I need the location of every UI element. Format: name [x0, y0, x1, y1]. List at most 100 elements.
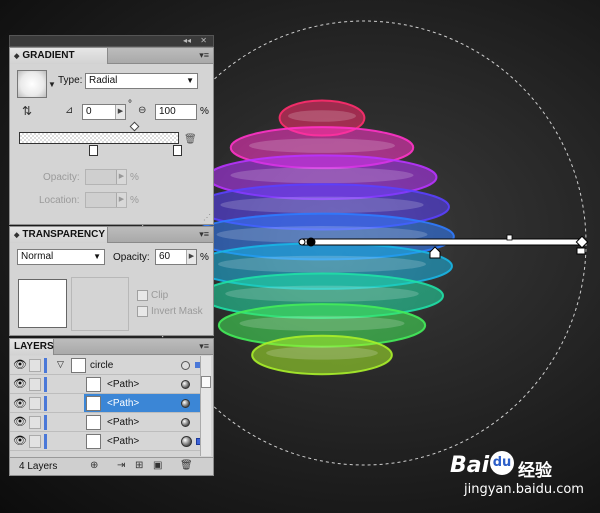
gradient-opacity-field[interactable]: ▶: [85, 169, 127, 185]
layer-row-path-4[interactable]: 👁 <Path>: [10, 432, 206, 451]
transparency-panel: ◆ TRANSPARENCY ▾≡ Normal ▼ Opacity: 60 ▶ …: [9, 226, 214, 336]
layer-row-circle[interactable]: 👁 ▽ circle: [10, 356, 206, 375]
angle-unit: °: [128, 99, 132, 110]
reverse-gradient-icon[interactable]: ⇅: [22, 103, 38, 119]
lock-toggle[interactable]: [29, 359, 41, 372]
gradient-type-select[interactable]: Radial ▼: [85, 73, 198, 89]
path-thumbnail: [86, 377, 101, 392]
annotator-end-handle[interactable]: [575, 235, 589, 249]
gradient-opacity-spin-icon: ▶: [116, 170, 126, 184]
transparency-opacity-spin-icon[interactable]: ▶: [186, 250, 196, 264]
locate-object-icon[interactable]: ⊕: [90, 460, 98, 471]
delete-stop-icon[interactable]: 🗑: [184, 134, 197, 145]
make-clipping-mask-icon[interactable]: ⇥: [117, 460, 125, 471]
annotator-origin[interactable]: [298, 238, 306, 246]
gradient-location-unit: %: [130, 195, 139, 206]
angle-spin-icon[interactable]: ▶: [115, 105, 125, 119]
lock-toggle[interactable]: [29, 378, 41, 391]
gradient-location-field[interactable]: ▶: [85, 192, 127, 208]
sphere-rings: [189, 99, 455, 376]
angle-field[interactable]: 0 ▶: [82, 104, 126, 120]
path-thumbnail: [86, 434, 101, 449]
gradient-location-label: Location:: [39, 195, 80, 206]
disclosure-triangle-icon[interactable]: ▽: [57, 359, 64, 370]
scrollbar-thumb[interactable]: [201, 376, 211, 388]
baidu-logo-suffix: 经验: [518, 461, 552, 481]
gradient-slider[interactable]: [19, 132, 179, 144]
lock-toggle[interactable]: [29, 435, 41, 448]
lock-toggle[interactable]: [29, 416, 41, 429]
gradient-location-spin-icon: ▶: [116, 193, 126, 207]
annotator-center-handle[interactable]: [306, 237, 316, 247]
eye-icon[interactable]: 👁: [13, 416, 27, 429]
target-icon[interactable]: [181, 380, 190, 389]
tab-transparency[interactable]: ◆ TRANSPARENCY: [10, 227, 108, 243]
eye-icon[interactable]: 👁: [13, 359, 27, 372]
color-stop-right[interactable]: [173, 145, 182, 156]
new-layer-icon[interactable]: ▣: [153, 460, 162, 471]
baidu-url: jingyan.baidu.com: [464, 482, 584, 497]
gradient-opacity-label: Opacity:: [43, 172, 80, 183]
layers-list: 👁 ▽ circle 👁 <Path> <Path> 👁 👁 <Path> 👁 …: [10, 356, 215, 456]
path-name: <Path>: [107, 436, 140, 447]
layers-scrollbar[interactable]: [200, 356, 211, 456]
tab-layers[interactable]: LAYERS: [10, 339, 54, 355]
annotator-stop-right[interactable]: [576, 247, 586, 255]
sphere-ring-highlight: [230, 167, 414, 184]
sphere-ring-highlight: [220, 196, 424, 214]
target-icon[interactable]: [181, 399, 190, 408]
layer-row-path-2[interactable]: <Path>: [84, 394, 206, 413]
layers-footer: 4 Layers ⊕ ⇥ ⊞ ▣ 🗑: [10, 457, 213, 475]
eye-icon[interactable]: 👁: [13, 378, 27, 391]
transparency-opacity-value: 60: [159, 251, 171, 262]
new-sublayer-icon[interactable]: ⊞: [135, 460, 143, 471]
sphere-ring-highlight: [288, 110, 356, 122]
blend-mode-select[interactable]: Normal ▼: [17, 249, 105, 265]
clip-label: Clip: [151, 290, 169, 301]
layer-count: 4 Layers: [19, 461, 58, 472]
layers-panel: LAYERS ▾≡ 👁 ▽ circle 👁 <Path> <Path> 👁 👁…: [9, 338, 214, 476]
resize-grip-icon[interactable]: ⋰: [203, 213, 211, 222]
target-icon[interactable]: [181, 418, 190, 427]
layer-row-path-1[interactable]: 👁 <Path>: [10, 375, 206, 394]
gradient-swatch[interactable]: [17, 70, 47, 98]
gradient-type-value: Radial: [89, 75, 118, 86]
eye-icon[interactable]: 👁: [13, 435, 27, 448]
path-name: <Path>: [107, 398, 140, 409]
layers-menu-icon[interactable]: ▾≡: [199, 341, 209, 352]
gradient-opacity-unit: %: [130, 172, 139, 183]
mask-thumbnail-area[interactable]: [71, 277, 129, 331]
sphere-ring-highlight: [225, 285, 419, 302]
trash-icon[interactable]: 🗑: [180, 460, 193, 471]
path-thumbnail: [86, 415, 101, 430]
transparency-menu-icon[interactable]: ▾≡: [199, 229, 209, 240]
lock-toggle[interactable]: [29, 397, 41, 410]
target-icon[interactable]: [181, 361, 190, 370]
sphere-ring-highlight: [266, 346, 378, 360]
color-stop-left[interactable]: [89, 145, 98, 156]
type-label: Type:: [58, 75, 83, 86]
layer-name: circle: [90, 360, 114, 371]
layer-row-path-3[interactable]: 👁 <Path>: [10, 413, 206, 432]
tab-gradient[interactable]: ◆ GRADIENT: [10, 48, 108, 64]
annotator-midpoint[interactable]: [506, 234, 513, 241]
layer-color-bar: [44, 358, 47, 373]
swatch-dropdown-icon[interactable]: ▼: [47, 80, 57, 89]
gradient-midpoint[interactable]: [129, 121, 140, 132]
layer-color-bar: [44, 415, 47, 430]
panel-menu-icon[interactable]: ▾≡: [199, 50, 209, 61]
transparency-opacity-field[interactable]: 60 ▶: [155, 249, 197, 265]
aspect-field[interactable]: 100: [155, 104, 197, 120]
target-icon[interactable]: [181, 436, 192, 447]
eye-icon[interactable]: 👁: [13, 397, 27, 410]
transparency-thumbnail[interactable]: [18, 279, 67, 328]
chevron-down-icon: ▼: [93, 252, 101, 261]
clip-checkbox[interactable]: [137, 290, 148, 301]
layer-row-path-2-controls: 👁: [10, 394, 84, 413]
transparency-opacity-unit: %: [200, 252, 209, 263]
close-icon[interactable]: ✕: [200, 36, 207, 46]
baidu-logo-text: Bai: [450, 453, 490, 478]
collapse-icon[interactable]: ◂◂: [183, 36, 191, 46]
path-thumbnail: [86, 396, 101, 411]
invert-mask-checkbox[interactable]: [137, 306, 148, 317]
